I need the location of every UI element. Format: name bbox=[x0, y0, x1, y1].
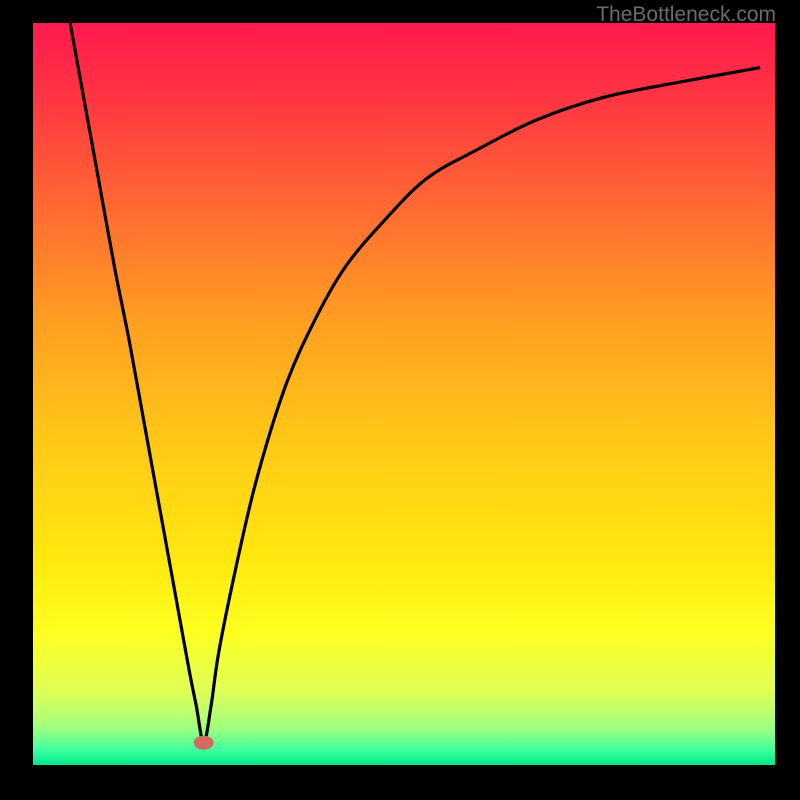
chart-container: TheBottleneck.com bbox=[0, 0, 800, 800]
watermark-text: TheBottleneck.com bbox=[596, 3, 776, 27]
bottleneck-curve bbox=[70, 23, 760, 743]
curve-layer bbox=[33, 23, 775, 765]
plot-area bbox=[33, 23, 775, 765]
minimum-marker bbox=[194, 736, 214, 750]
